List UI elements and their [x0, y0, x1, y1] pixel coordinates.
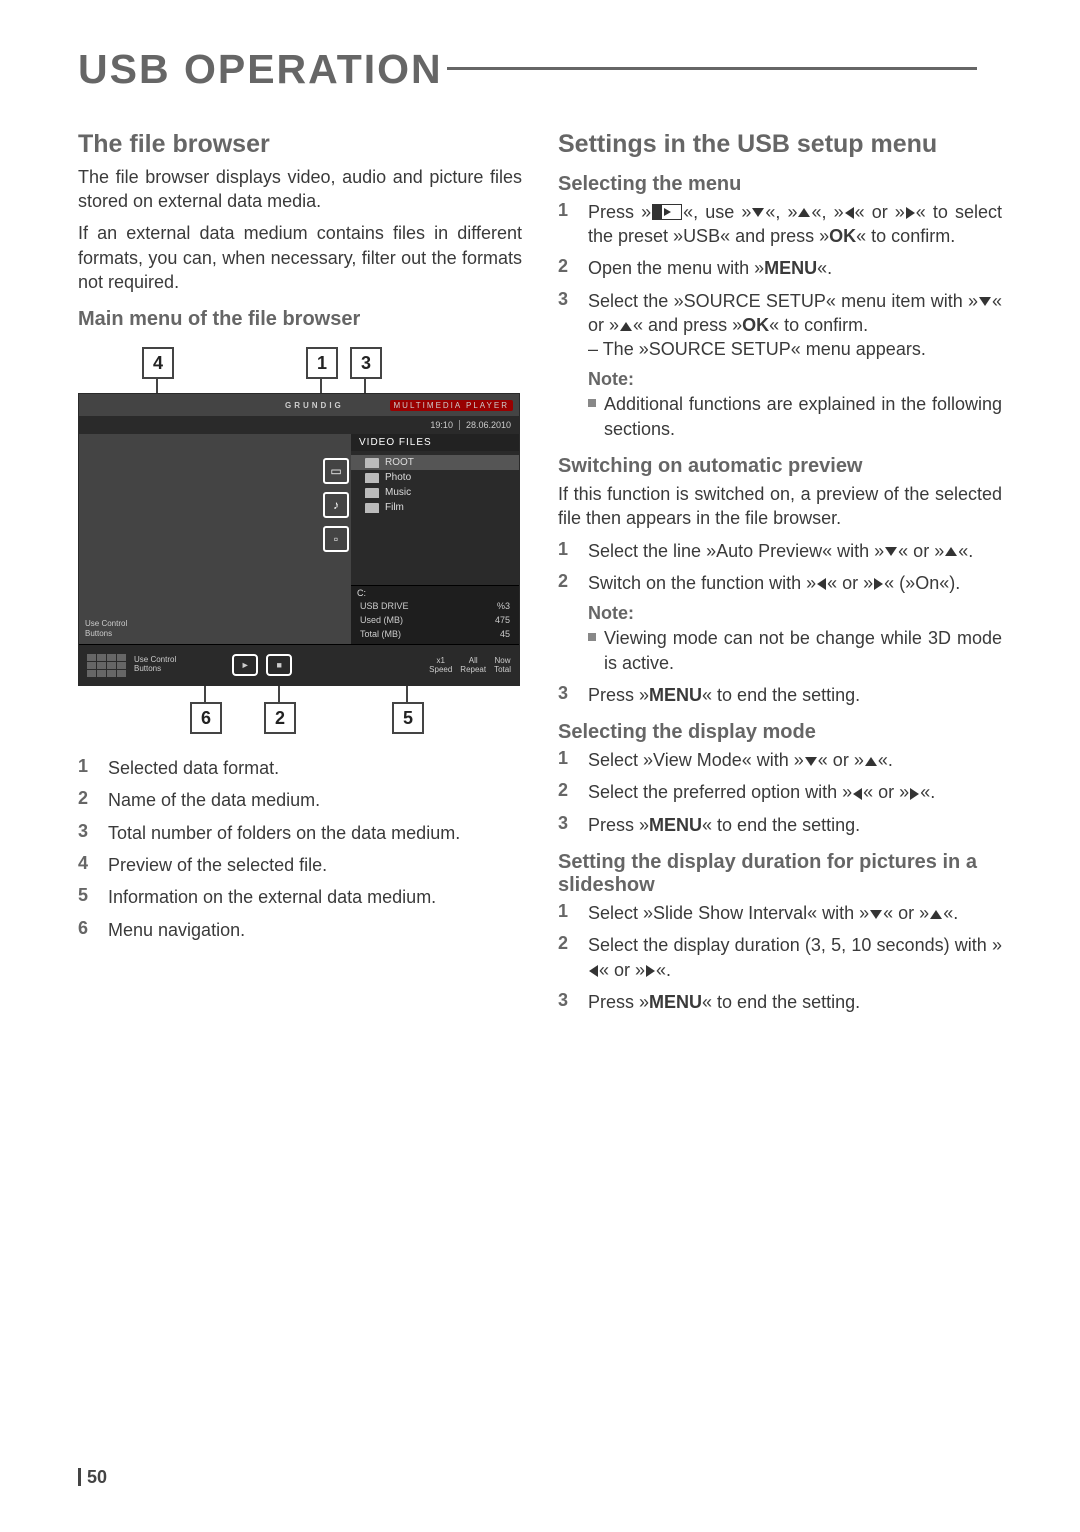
chapter-rule: [447, 67, 977, 70]
down-icon: [979, 297, 991, 306]
list-row-root: ROOT: [351, 455, 519, 470]
video-format-icon: ▭: [323, 458, 349, 484]
up-icon: [865, 757, 877, 766]
heading-usb-settings: Settings in the USB setup menu: [558, 130, 1002, 159]
callout-4: 4: [142, 347, 174, 379]
para-fb-2: If an external data medium contains file…: [78, 221, 522, 294]
list-header: VIDEO FILES: [351, 434, 519, 451]
left-icon: [817, 578, 826, 590]
right-icon: [646, 965, 655, 977]
para-fb-1: The file browser displays video, audio a…: [78, 165, 522, 214]
callout-6: 6: [190, 702, 222, 734]
callout-5: 5: [392, 702, 424, 734]
list-row: Music: [357, 485, 513, 500]
step-ss-2: Select the display duration (3, 5, 10 se…: [588, 933, 1002, 982]
right-icon: [874, 578, 883, 590]
callout-1: 1: [306, 347, 338, 379]
chapter-title: USB OPERATION: [78, 46, 1002, 98]
ctrl-hint-2: Buttons: [85, 629, 345, 639]
picture-format-icon: ▫: [323, 526, 349, 552]
note-2: Viewing mode can not be change while 3D …: [604, 626, 1002, 675]
legend-3: Total number of folders on the data medi…: [108, 821, 522, 845]
up-icon: [798, 208, 810, 217]
step-ss-3: Press »MENU« to end the setting.: [588, 990, 1002, 1014]
file-browser-figure: 4 1 3 GRUNDIG MULTIMEDIA PLAYER 19:10 28…: [78, 347, 518, 736]
note-1: Additional functions are explained in th…: [604, 392, 1002, 441]
clock-time: 19:10: [424, 420, 453, 430]
callout-2: 2: [264, 702, 296, 734]
clock-date: 28.06.2010: [459, 420, 511, 430]
list-row: Photo: [357, 470, 513, 485]
down-icon: [870, 910, 882, 919]
step-ap-2: Switch on the function with »« or »« (»O…: [588, 571, 1002, 595]
down-icon: [805, 757, 817, 766]
legend-4: Preview of the selected file.: [108, 853, 522, 877]
step-ss-1: Select »Slide Show Interval« with »« or …: [588, 901, 1002, 925]
chapter-title-text: USB OPERATION: [78, 46, 443, 92]
brand-label: GRUNDIG: [285, 401, 344, 410]
down-icon: [752, 208, 764, 217]
note-label: Note:: [588, 369, 1002, 390]
step-dm-2: Select the preferred option with »« or »…: [588, 780, 1002, 804]
step-dm-3: Press »MENU« to end the setting.: [588, 813, 1002, 837]
heading-display-mode: Selecting the display mode: [558, 721, 1002, 744]
heading-auto-preview: Switching on automatic preview: [558, 455, 1002, 478]
bullet-icon: [588, 633, 596, 641]
legend-1: Selected data format.: [108, 756, 522, 780]
heading-slideshow: Setting the display duration for picture…: [558, 851, 1002, 897]
heading-selecting-menu: Selecting the menu: [558, 173, 1002, 196]
left-icon: [845, 207, 854, 219]
step-sm-2: Open the menu with »MENU«.: [588, 256, 1002, 280]
heading-main-menu: Main menu of the file browser: [78, 308, 522, 331]
play-icon: ►: [232, 654, 258, 676]
right-icon: [910, 788, 919, 800]
stop-icon: ■: [266, 654, 292, 676]
keypad-icon: [87, 654, 126, 677]
page-number: 50: [78, 1468, 111, 1486]
legend-6: Menu navigation.: [108, 918, 522, 942]
note-label: Note:: [588, 603, 1002, 624]
legend-5: Information on the external data medium.: [108, 885, 522, 909]
legend-2: Name of the data medium.: [108, 788, 522, 812]
up-icon: [930, 910, 942, 919]
ctrl-hint-1: Use Control: [85, 619, 345, 629]
drive-info: C: USB DRIVE%3 Used (MB)475 Total (MB)45: [351, 585, 519, 644]
audio-format-icon: ♪: [323, 492, 349, 518]
step-ap-1: Select the line »Auto Preview« with »« o…: [588, 539, 1002, 563]
file-browser-screenshot: GRUNDIG MULTIMEDIA PLAYER 19:10 28.06.20…: [78, 393, 520, 686]
list-row: Film: [357, 500, 513, 515]
right-icon: [906, 207, 915, 219]
up-icon: [620, 322, 632, 331]
step-sm-1: Press »«, use »«, »«, »« or »« to select…: [588, 200, 1002, 249]
step-ap-3: Press »MENU« to end the setting.: [588, 683, 1002, 707]
heading-file-browser: The file browser: [78, 130, 522, 159]
para-autoprev: If this function is switched on, a previ…: [558, 482, 1002, 531]
callout-3: 3: [350, 347, 382, 379]
down-icon: [885, 547, 897, 556]
step-sm-3: Select the »SOURCE SETUP« menu item with…: [588, 289, 1002, 362]
step-dm-1: Select »View Mode« with »« or »«.: [588, 748, 1002, 772]
left-icon: [589, 965, 598, 977]
source-icon: [652, 204, 682, 220]
player-label: MULTIMEDIA PLAYER: [390, 400, 514, 411]
bullet-icon: [588, 399, 596, 407]
left-icon: [853, 788, 862, 800]
up-icon: [945, 547, 957, 556]
